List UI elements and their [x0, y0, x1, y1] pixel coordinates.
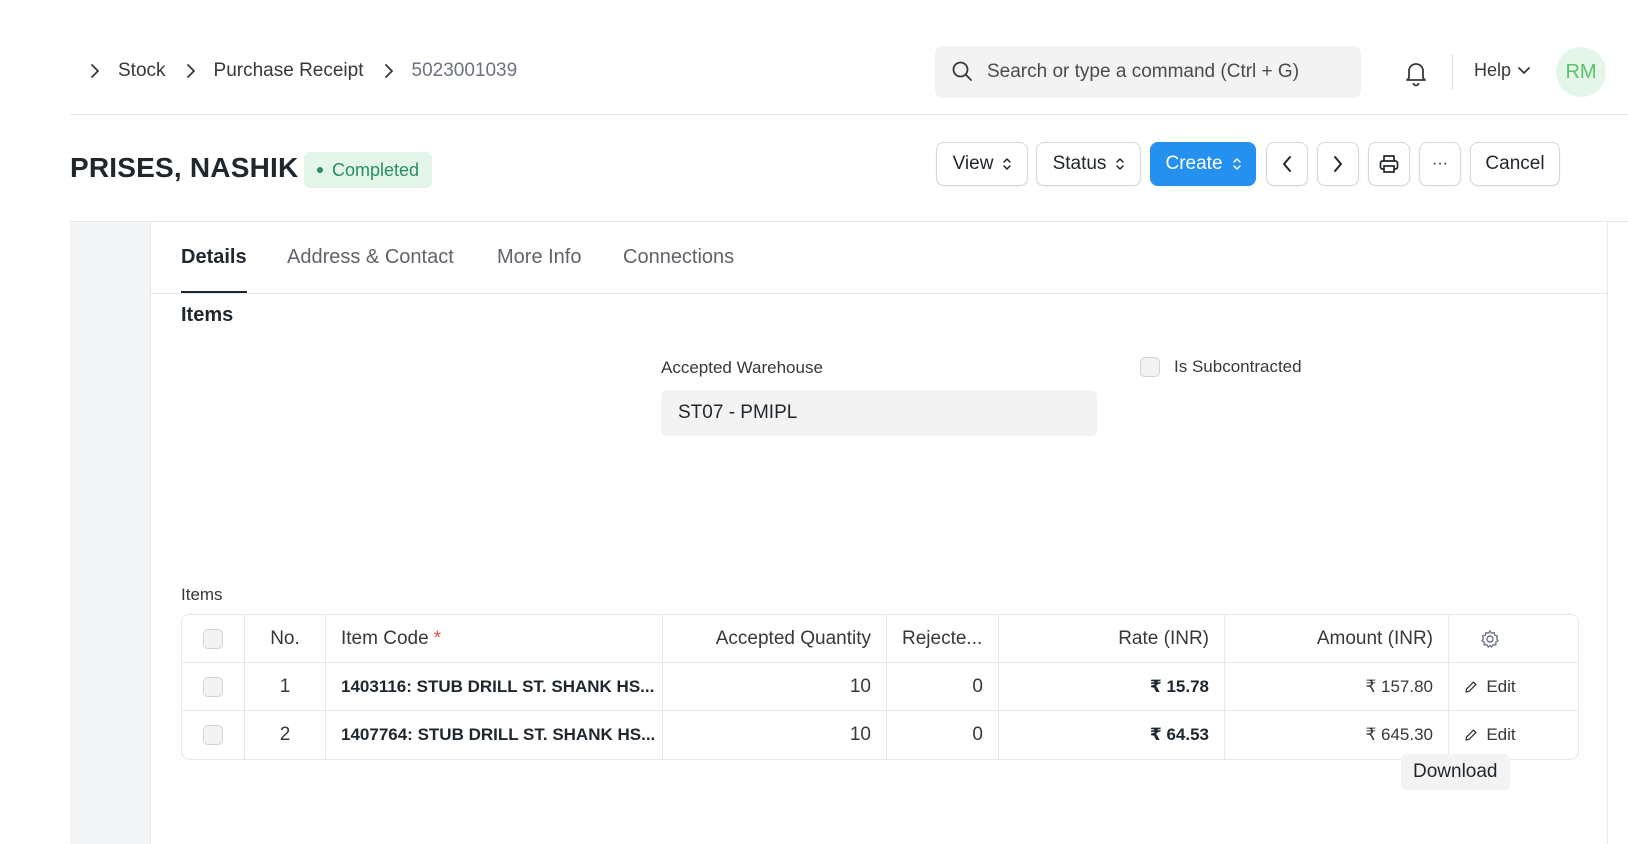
chevron-right-icon [378, 64, 400, 78]
amount-cell: ₹ 157.80 [1225, 663, 1449, 711]
row-select-cell [182, 711, 245, 759]
notification-bell-icon[interactable] [1403, 59, 1429, 87]
more-dots-icon: ··· [1432, 155, 1448, 172]
page-title: PRISES, NASHIK [70, 152, 299, 183]
tab-more-info[interactable]: More Info [497, 246, 581, 269]
breadcrumb-stock[interactable]: Stock [118, 60, 166, 82]
table-header-row: No. Item Code * Accepted Quantity Rejecte… [182, 615, 1578, 663]
column-header-accepted-quantity: Accepted Quantity [663, 615, 887, 663]
pencil-icon [1464, 680, 1478, 694]
items-table: No. Item Code * Accepted Quantity Rejecte… [181, 614, 1579, 760]
row-edit-label: Edit [1486, 725, 1516, 744]
row-select-checkbox[interactable] [203, 677, 223, 697]
column-header-no: No. [245, 615, 326, 663]
cancel-button[interactable]: Cancel [1470, 142, 1560, 186]
rate-cell[interactable]: ₹ 15.78 [999, 663, 1225, 711]
chevron-right-icon [1332, 155, 1344, 173]
page-header: PRISES, NASHIK Completed View Status Cre… [70, 116, 1628, 222]
is-subcontracted-label: Is Subcontracted [1174, 357, 1302, 376]
download-button[interactable]: Download [1401, 754, 1510, 790]
select-all-cell [182, 615, 245, 663]
row-number: 2 [245, 711, 326, 759]
accepted-quantity-cell[interactable]: 10 [663, 711, 887, 759]
search-input[interactable] [987, 61, 1347, 83]
more-actions-button[interactable]: ··· [1419, 142, 1461, 186]
chevron-updown-icon [1116, 157, 1125, 171]
status-button-label: Status [1052, 153, 1107, 174]
table-row[interactable]: 1 1403116: STUB DRILL ST. SHANK HS... 10… [182, 663, 1578, 711]
item-code-cell[interactable]: 1403116: STUB DRILL ST. SHANK HS... [326, 663, 663, 711]
table-row[interactable]: 2 1407764: STUB DRILL ST. SHANK HS... 10… [182, 711, 1578, 759]
row-edit-button[interactable]: Edit [1464, 677, 1516, 697]
cancel-button-label: Cancel [1485, 153, 1545, 174]
status-dot-icon [317, 167, 323, 173]
rejected-quantity-cell[interactable]: 0 [887, 711, 999, 759]
top-navbar: Stock Purchase Receipt 5023001039 Help R… [70, 0, 1628, 115]
breadcrumb-document-id[interactable]: 5023001039 [412, 60, 518, 82]
gear-icon[interactable] [1480, 629, 1500, 649]
required-marker: * [433, 628, 442, 649]
items-table-label: Items [181, 585, 223, 604]
chevron-updown-icon [1003, 157, 1012, 171]
breadcrumb: Stock Purchase Receipt 5023001039 [84, 60, 531, 82]
row-number: 1 [245, 663, 326, 711]
next-document-button[interactable] [1317, 142, 1359, 186]
column-header-amount: Amount (INR) [1225, 615, 1449, 663]
help-label: Help [1474, 60, 1512, 80]
chevron-left-icon [1281, 155, 1293, 173]
row-edit-cell: Edit [1449, 711, 1531, 759]
pencil-icon [1464, 728, 1478, 742]
active-tab-indicator [181, 291, 247, 293]
accepted-warehouse-label: Accepted Warehouse [661, 358, 823, 377]
row-edit-label: Edit [1486, 677, 1516, 696]
form-tabs: Details Address & Contact More Info Conn… [151, 222, 1607, 294]
status-badge: Completed [304, 152, 433, 188]
accepted-quantity-cell[interactable]: 10 [663, 663, 887, 711]
row-select-cell [182, 663, 245, 711]
column-header-item-code-label: Item Code [341, 628, 429, 649]
chevron-down-icon [1517, 66, 1531, 76]
column-header-item-code: Item Code * [326, 615, 663, 663]
section-title-items: Items [181, 304, 234, 326]
navbar-divider [1452, 54, 1453, 90]
column-header-rejected-quantity: Rejecte... [887, 615, 999, 663]
help-dropdown[interactable]: Help [1474, 60, 1531, 81]
status-badge-label: Completed [332, 159, 420, 180]
form-card: Details Address & Contact More Info Conn… [150, 222, 1608, 844]
search-icon [951, 60, 975, 84]
row-edit-cell: Edit [1449, 663, 1531, 711]
user-avatar[interactable]: RM [1556, 47, 1606, 97]
breadcrumb-purchase-receipt[interactable]: Purchase Receipt [214, 60, 364, 82]
page-gutter [70, 222, 150, 844]
create-button[interactable]: Create [1150, 142, 1256, 186]
amount-cell: ₹ 645.30 [1225, 711, 1449, 759]
status-button[interactable]: Status [1036, 142, 1141, 186]
previous-document-button[interactable] [1266, 142, 1308, 186]
print-button[interactable] [1368, 142, 1410, 186]
accepted-warehouse-field[interactable]: ST07 - PMIPL [661, 390, 1097, 436]
is-subcontracted-control[interactable]: Is Subcontracted [1140, 357, 1302, 377]
chevron-updown-icon [1232, 157, 1241, 171]
row-edit-button[interactable]: Edit [1464, 725, 1516, 745]
view-button[interactable]: View [936, 142, 1028, 186]
item-code-cell[interactable]: 1407764: STUB DRILL ST. SHANK HS... [326, 711, 663, 759]
search-bar[interactable] [935, 46, 1361, 98]
chevron-right-icon [180, 64, 202, 78]
rejected-quantity-cell[interactable]: 0 [887, 663, 999, 711]
row-select-checkbox[interactable] [203, 725, 223, 745]
rate-cell[interactable]: ₹ 64.53 [999, 711, 1225, 759]
create-button-label: Create [1165, 153, 1223, 174]
select-all-checkbox[interactable] [203, 629, 223, 649]
is-subcontracted-checkbox[interactable] [1140, 357, 1160, 377]
column-settings-cell [1449, 615, 1531, 663]
tab-address-contact[interactable]: Address & Contact [287, 246, 454, 269]
column-header-rate: Rate (INR) [999, 615, 1225, 663]
chevron-right-icon [84, 64, 106, 78]
tab-connections[interactable]: Connections [623, 246, 734, 269]
tab-details[interactable]: Details [181, 246, 247, 269]
view-button-label: View [952, 153, 994, 174]
printer-icon [1378, 153, 1400, 175]
